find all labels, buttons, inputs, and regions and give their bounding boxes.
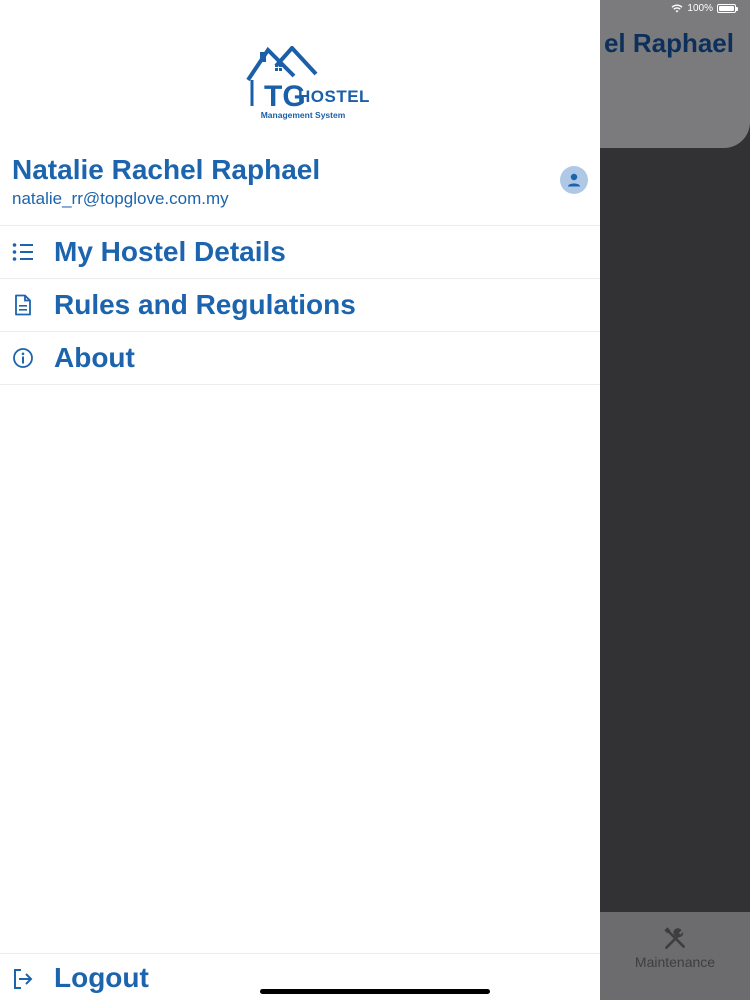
menu-item-about[interactable]: About bbox=[0, 332, 600, 385]
battery-icon bbox=[717, 4, 738, 13]
document-icon bbox=[15, 294, 31, 316]
logout-label: Logout bbox=[54, 962, 149, 993]
battery-percent: 100% bbox=[687, 3, 713, 14]
profile-header: Natalie Rachel Raphael natalie_rr@topglo… bbox=[0, 146, 600, 226]
menu-item-label: My Hostel Details bbox=[54, 236, 286, 267]
navigation-drawer: TG HOSTEL Management System Natalie Rach… bbox=[0, 0, 600, 1000]
user-icon bbox=[568, 173, 580, 187]
menu-item-rules-and-regulations[interactable]: Rules and Regulations bbox=[0, 279, 600, 332]
menu-item-my-hostel-details[interactable]: My Hostel Details bbox=[0, 226, 600, 279]
home-indicator[interactable] bbox=[260, 989, 490, 994]
tab-maintenance[interactable]: Maintenance bbox=[630, 926, 720, 972]
tab-maintenance-label: Maintenance bbox=[634, 954, 716, 970]
profile-email: natalie_rr@topglove.com.my bbox=[12, 189, 229, 208]
tools-icon bbox=[664, 927, 685, 949]
logo-tagline: Management System bbox=[260, 110, 346, 120]
logo-word: HOSTEL bbox=[298, 87, 370, 106]
menu-item-label: About bbox=[54, 342, 135, 373]
profile-name: Natalie Rachel Raphael bbox=[12, 154, 321, 185]
avatar[interactable] bbox=[560, 166, 588, 194]
wifi-icon bbox=[671, 4, 683, 13]
menu-item-label: Rules and Regulations bbox=[54, 289, 356, 320]
background-header-title: el Raphael bbox=[603, 28, 734, 58]
logout-icon bbox=[14, 969, 33, 989]
drawer-menu: My Hostel Details Rules and Regulations … bbox=[0, 226, 600, 385]
status-bar: 100% bbox=[671, 3, 738, 14]
list-icon bbox=[12, 243, 33, 261]
info-icon bbox=[13, 348, 33, 368]
